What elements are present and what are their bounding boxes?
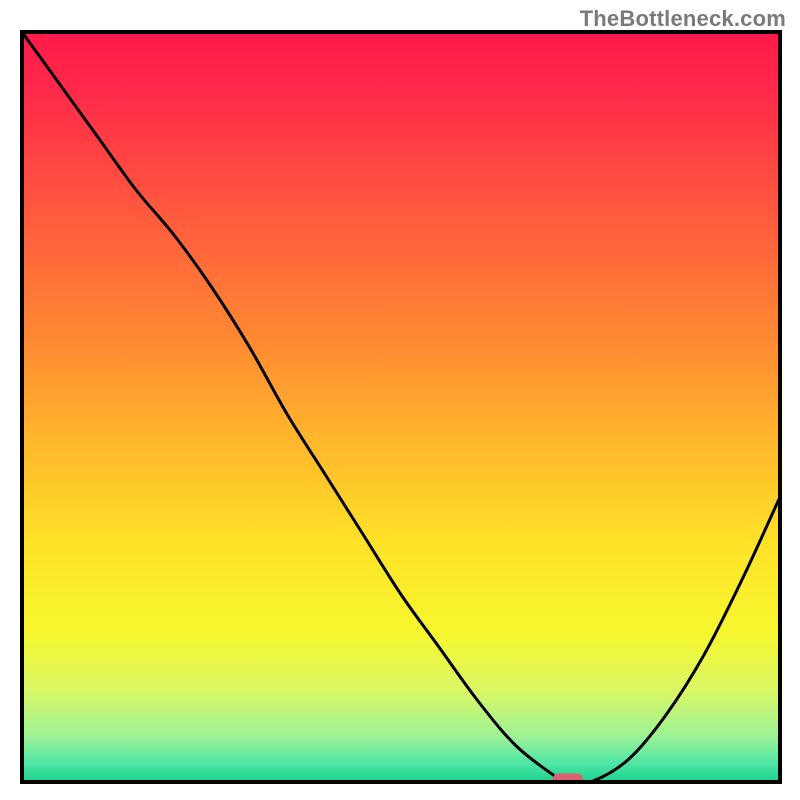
gradient-background [22,32,780,782]
chart-svg [0,0,800,800]
chart-container: TheBottleneck.com [0,0,800,800]
